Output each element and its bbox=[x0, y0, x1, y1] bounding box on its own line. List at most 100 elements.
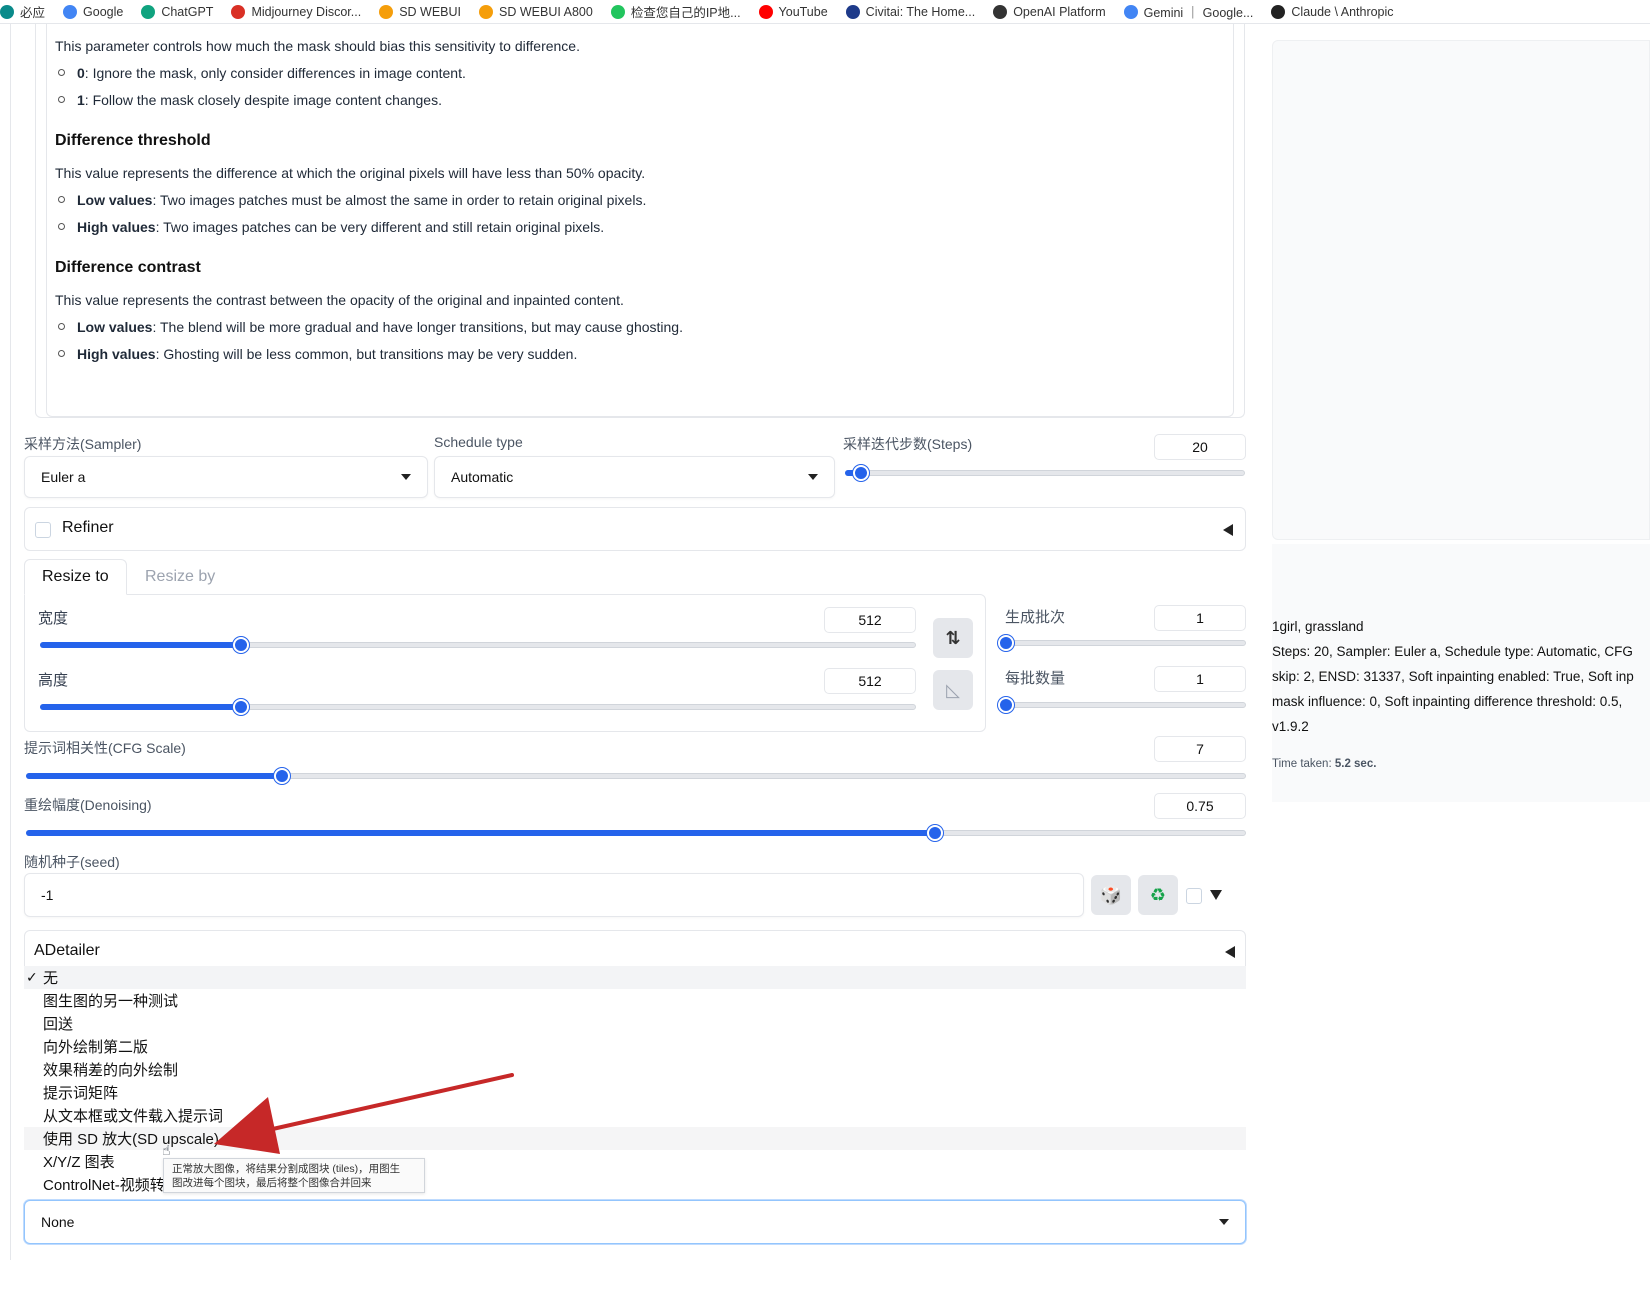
cfg-input[interactable]: 7 bbox=[1154, 736, 1246, 762]
list-item: Low values: The blend will be more gradu… bbox=[55, 317, 1225, 338]
bookmark-label: Claude \ Anthropic bbox=[1291, 4, 1394, 19]
random-seed-button[interactable]: 🎲 bbox=[1091, 875, 1131, 915]
help-text: This parameter controls how much the mas… bbox=[46, 24, 1234, 417]
ip-check-icon bbox=[610, 4, 625, 19]
expand-icon[interactable] bbox=[1210, 890, 1222, 900]
bookmark-item[interactable]: Google bbox=[63, 4, 124, 19]
anthropic-icon bbox=[1271, 4, 1286, 19]
midjourney-icon bbox=[231, 4, 246, 19]
slider-thumb[interactable] bbox=[998, 635, 1014, 651]
bookmark-item[interactable]: SD WEBUI bbox=[379, 4, 462, 19]
annotation-arrow-icon bbox=[214, 1073, 514, 1154]
width-slider[interactable] bbox=[40, 637, 916, 653]
seed-value: -1 bbox=[41, 887, 54, 903]
bookmark-item[interactable]: SD WEBUI A800 bbox=[479, 4, 593, 19]
params-text: skip: 2, ENSD: 31337, Soft inpainting en… bbox=[1272, 669, 1634, 684]
slider-thumb[interactable] bbox=[853, 465, 869, 481]
tab-resize-by[interactable]: Resize by bbox=[128, 559, 232, 595]
schedule-select[interactable]: Automatic bbox=[434, 456, 835, 498]
chevron-down-icon bbox=[808, 474, 818, 480]
denoising-input[interactable]: 0.75 bbox=[1154, 793, 1246, 819]
bookmark-label: SD WEBUI A800 bbox=[499, 4, 593, 19]
params-text: Steps: 20, Sampler: Euler a, Schedule ty… bbox=[1272, 644, 1633, 659]
list-item: High values: Ghosting will be less commo… bbox=[55, 344, 1225, 365]
bookmark-label: Gemini ｜ Google... bbox=[1143, 6, 1254, 20]
extra-seed-checkbox[interactable] bbox=[1186, 888, 1202, 904]
dice-icon: 🎲 bbox=[1099, 884, 1123, 905]
bookmark-item[interactable]: YouTube bbox=[758, 4, 828, 19]
refiner-panel[interactable]: Refiner bbox=[24, 507, 1246, 551]
slider-thumb[interactable] bbox=[274, 768, 291, 784]
script-select[interactable]: None bbox=[24, 1200, 1246, 1244]
bookmark-item[interactable]: Civitai: The Home... bbox=[845, 4, 976, 19]
bookmark-label: Civitai: The Home... bbox=[865, 4, 976, 19]
batch-count-input[interactable]: 1 bbox=[1154, 605, 1246, 631]
bookmark-label: 必应 bbox=[20, 6, 46, 20]
bing-icon bbox=[0, 4, 14, 19]
bookmark-item[interactable]: Gemini ｜ Google... bbox=[1123, 2, 1254, 21]
tab-resize-to[interactable]: Resize to bbox=[24, 559, 127, 595]
contrast-list: Low values: The blend will be more gradu… bbox=[55, 317, 1225, 365]
steps-input[interactable]: 20 bbox=[1154, 434, 1246, 460]
threshold-desc: This value represents the difference at … bbox=[55, 165, 646, 181]
sampler-select[interactable]: Euler a bbox=[24, 456, 428, 498]
swap-icon: ⇅ bbox=[945, 627, 961, 648]
batch-count-slider[interactable] bbox=[998, 635, 1246, 651]
cfg-slider[interactable] bbox=[26, 768, 1246, 784]
denoising-slider[interactable] bbox=[26, 825, 1246, 841]
slider-thumb[interactable] bbox=[998, 697, 1014, 713]
batch-count-label: 生成批次 bbox=[1005, 609, 1066, 626]
batch-size-slider[interactable] bbox=[998, 697, 1246, 713]
batch-size-input[interactable]: 1 bbox=[1154, 666, 1246, 692]
bookmark-item[interactable]: OpenAI Platform bbox=[993, 4, 1106, 19]
slider-thumb[interactable] bbox=[233, 699, 250, 715]
triangle-ruler-icon: ◺ bbox=[946, 679, 960, 700]
bookmark-item[interactable]: 必应 bbox=[0, 2, 45, 21]
hand-cursor-icon: ☝ bbox=[162, 1142, 171, 1158]
openai-icon bbox=[993, 4, 1008, 19]
bookmark-label: SD WEBUI bbox=[399, 4, 462, 19]
bookmark-item[interactable]: ChatGPT bbox=[141, 4, 214, 19]
collapse-icon[interactable] bbox=[1223, 524, 1233, 536]
version-text: v1.9.2 bbox=[1272, 719, 1309, 734]
intro-list: 0: Ignore the mask, only consider differ… bbox=[55, 63, 1225, 111]
seed-label: 随机种子(seed) bbox=[24, 854, 120, 870]
height-input[interactable]: 512 bbox=[824, 668, 916, 694]
width-input[interactable]: 512 bbox=[824, 607, 916, 633]
bookmark-item[interactable]: Claude \ Anthropic bbox=[1271, 4, 1394, 19]
contrast-desc: This value represents the contrast betwe… bbox=[55, 292, 624, 308]
aspect-ratio-button[interactable]: ◺ bbox=[933, 670, 973, 710]
list-item: High values: Two images patches can be v… bbox=[55, 217, 1225, 238]
bookmark-label: Google bbox=[83, 4, 124, 19]
denoising-label: 重绘幅度(Denoising) bbox=[24, 797, 152, 813]
height-slider[interactable] bbox=[40, 699, 916, 715]
list-item: 1: Follow the mask closely despite image… bbox=[55, 90, 1225, 111]
help-intro: This parameter controls how much the mas… bbox=[55, 38, 580, 54]
chatgpt-icon bbox=[141, 4, 156, 19]
steps-slider[interactable] bbox=[845, 465, 1245, 481]
slider-thumb[interactable] bbox=[233, 637, 250, 653]
bookmarks-bar: 必应 Google ChatGPT Midjourney Discor... SD WE… bbox=[0, 0, 1650, 24]
steps-label: 采样迭代步数(Steps) bbox=[843, 436, 973, 452]
threshold-list: Low values: Two images patches must be a… bbox=[55, 190, 1225, 238]
check-icon: ✓ bbox=[26, 969, 38, 985]
bookmark-label: Midjourney Discor... bbox=[251, 4, 362, 19]
sd-webui-icon bbox=[379, 4, 394, 19]
slider-thumb[interactable] bbox=[926, 825, 943, 841]
swap-dimensions-button[interactable]: ⇅ bbox=[933, 618, 973, 658]
refiner-checkbox[interactable] bbox=[35, 522, 51, 538]
seed-input[interactable]: -1 bbox=[24, 873, 1084, 917]
recycle-icon: ♻ bbox=[1149, 884, 1167, 905]
collapse-icon[interactable] bbox=[1225, 946, 1235, 958]
dropdown-option[interactable]: ✓ 无 bbox=[24, 966, 1246, 989]
generation-info: 1girl, grassland Steps: 20, Sampler: Eul… bbox=[1272, 614, 1650, 739]
contrast-heading: Difference contrast bbox=[55, 259, 201, 276]
bookmark-item[interactable]: 检查您自己的IP地... bbox=[610, 2, 741, 21]
dropdown-option[interactable]: 图生图的另一种测试 bbox=[24, 989, 1246, 1012]
dropdown-option[interactable]: 向外绘制第二版 bbox=[24, 1035, 1246, 1058]
reuse-seed-button[interactable]: ♻ bbox=[1138, 875, 1178, 915]
chevron-down-icon bbox=[401, 474, 411, 480]
bookmark-item[interactable]: Midjourney Discor... bbox=[231, 4, 362, 19]
bookmark-label: ChatGPT bbox=[161, 4, 214, 19]
dropdown-option[interactable]: 回送 bbox=[24, 1012, 1246, 1035]
